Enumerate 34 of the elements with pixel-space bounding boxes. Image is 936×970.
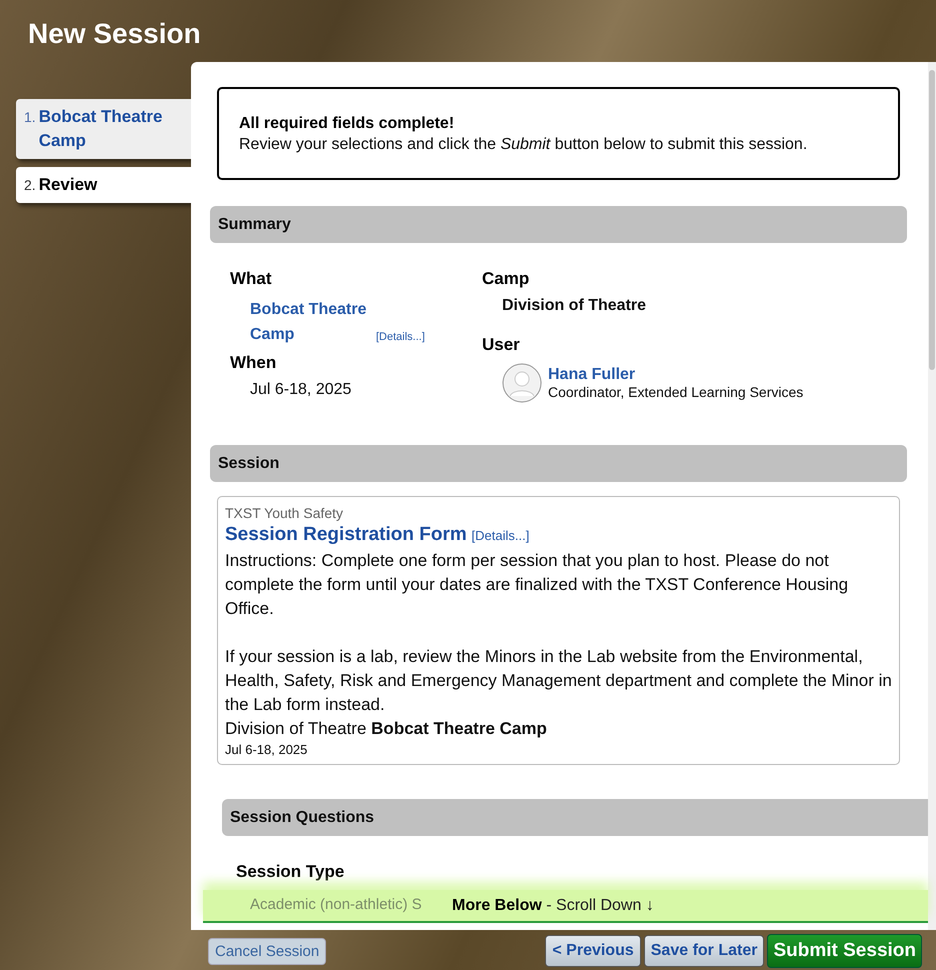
camp-link[interactable]: Bobcat Theatre Camp — [250, 297, 372, 347]
date-text: Jul 6-18, 2025 — [225, 741, 308, 758]
field-label: Camp — [482, 269, 530, 289]
camp-name: Division of Theatre — [501, 297, 648, 315]
step-tab[interactable]: 2. Review — [16, 167, 191, 203]
step-tab[interactable]: 1. Bobcat Theatre Camp — [16, 99, 191, 159]
user-role: Coordinator, Extended Learning Services — [548, 384, 804, 400]
field-label: When — [230, 353, 278, 373]
alert-message: Review your selections and click the Submit button below to submit this session. — [239, 136, 808, 154]
field-label: What — [230, 269, 273, 289]
instructions-text: Instructions: Complete one form per session that you plan to host. Please do not complete the form until your dates are finalized with the TXST Conference Housing Office. — [225, 550, 850, 620]
scrollbar-thumb[interactable] — [929, 70, 935, 370]
camp-summary: Division of Theatre Bobcat Theatre Camp — [225, 718, 548, 740]
scrollbar[interactable] — [928, 62, 936, 930]
cancel-button[interactable]: Cancel Session — [208, 938, 326, 964]
alert-title: All required fields complete! — [239, 115, 456, 133]
answer-text: Academic (non-athletic) S — [250, 896, 422, 913]
details-link[interactable]: [Details...] — [472, 528, 530, 543]
avatar-icon — [502, 363, 542, 403]
nav-button[interactable]: < Previous — [545, 935, 641, 967]
form-category: TXST Youth Safety — [225, 505, 344, 522]
details-link[interactable]: [Details...] — [376, 327, 425, 347]
form-title-link[interactable]: Session Registration Form — [225, 524, 467, 545]
section-header: Summary — [210, 206, 907, 243]
field-label: User — [482, 335, 521, 355]
submit-button[interactable]: Submit Session — [767, 934, 922, 968]
section-header: Session — [210, 445, 907, 482]
question-label: Session Type — [236, 862, 346, 882]
date-text: Jul 6-18, 2025 — [249, 381, 352, 399]
instructions-text: If your session is a lab, review the Minors in the Lab website from the Environmental, Health, Safety, Risk and Emergency Management department and complete the Minor in the Lab form instead. — [225, 646, 892, 716]
more-below-text: More Below - Scroll Down ↓ — [452, 896, 654, 914]
nav-button[interactable]: Save for Later — [644, 935, 764, 967]
user-name-link[interactable]: Hana Fuller — [548, 366, 804, 384]
page-title: New Session — [28, 20, 201, 48]
